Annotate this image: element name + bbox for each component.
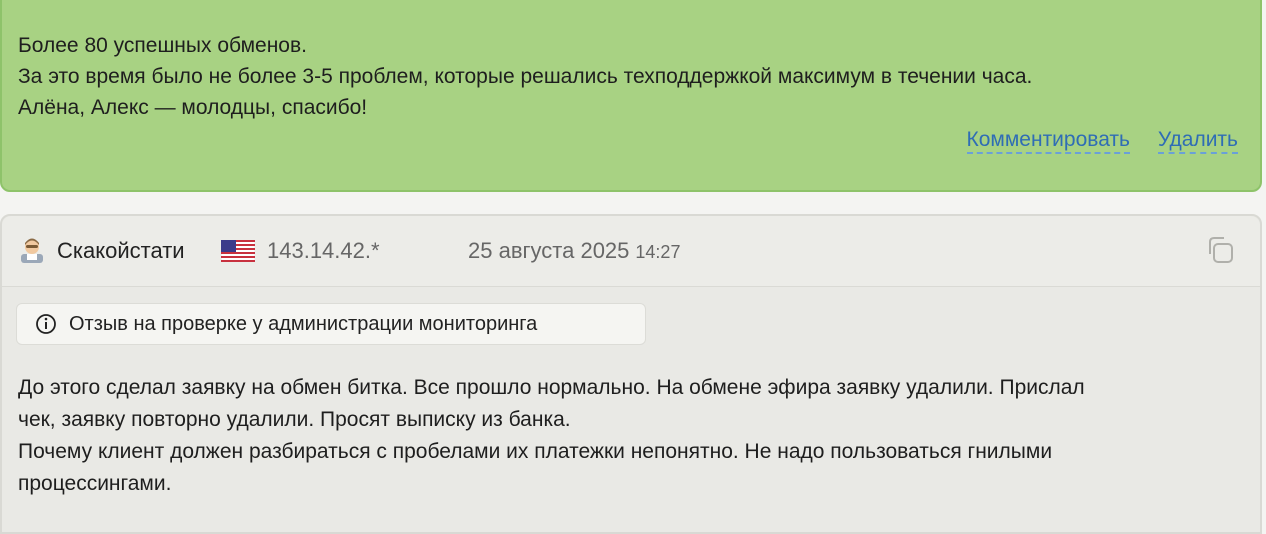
review-actions: Комментировать Удалить bbox=[945, 128, 1238, 154]
copy-icon[interactable] bbox=[1204, 234, 1236, 266]
review-line: чек, заявку повторно удалили. Просят вып… bbox=[18, 408, 571, 431]
comment-link[interactable]: Комментировать bbox=[966, 128, 1130, 154]
review-line: процессингами. bbox=[18, 472, 172, 495]
author-name[interactable]: Скакойстати bbox=[57, 238, 185, 264]
delete-link[interactable]: Удалить bbox=[1157, 128, 1238, 154]
review-time: 14:27 bbox=[635, 242, 681, 262]
us-flag-icon bbox=[221, 240, 255, 262]
review-line: До этого сделал заявку на обмен битка. В… bbox=[18, 376, 1085, 399]
review-line: Более 80 успешных обменов. bbox=[18, 34, 307, 57]
moderation-notice: Отзыв на проверке у администрации монито… bbox=[16, 303, 646, 345]
notice-text: Отзыв на проверке у администрации монито… bbox=[69, 312, 538, 335]
review-text: Более 80 успешных обменов. За это время … bbox=[18, 30, 1032, 123]
review-line: За это время было не более 3-5 проблем, … bbox=[18, 65, 1033, 88]
review-line: Почему клиент должен разбираться с пробе… bbox=[18, 440, 1053, 463]
user-avatar-icon bbox=[21, 238, 43, 263]
review-header: Скакойстати 143.14.42.* 25 августа 2025 1… bbox=[2, 216, 1260, 287]
review-text: До этого сделал заявку на обмен битка. В… bbox=[18, 372, 1238, 500]
date-text: 25 августа 2025 bbox=[468, 238, 630, 263]
review-card: Скакойстати 143.14.42.* 25 августа 2025 1… bbox=[0, 214, 1262, 534]
positive-review-card: Более 80 успешных обменов. За это время … bbox=[0, 0, 1262, 192]
review-date: 25 августа 2025 14:27 bbox=[468, 238, 680, 264]
info-icon bbox=[36, 314, 56, 334]
review-line: Алёна, Алекс — молодцы, спасибо! bbox=[18, 96, 368, 119]
ip-address: 143.14.42.* bbox=[267, 238, 380, 263]
